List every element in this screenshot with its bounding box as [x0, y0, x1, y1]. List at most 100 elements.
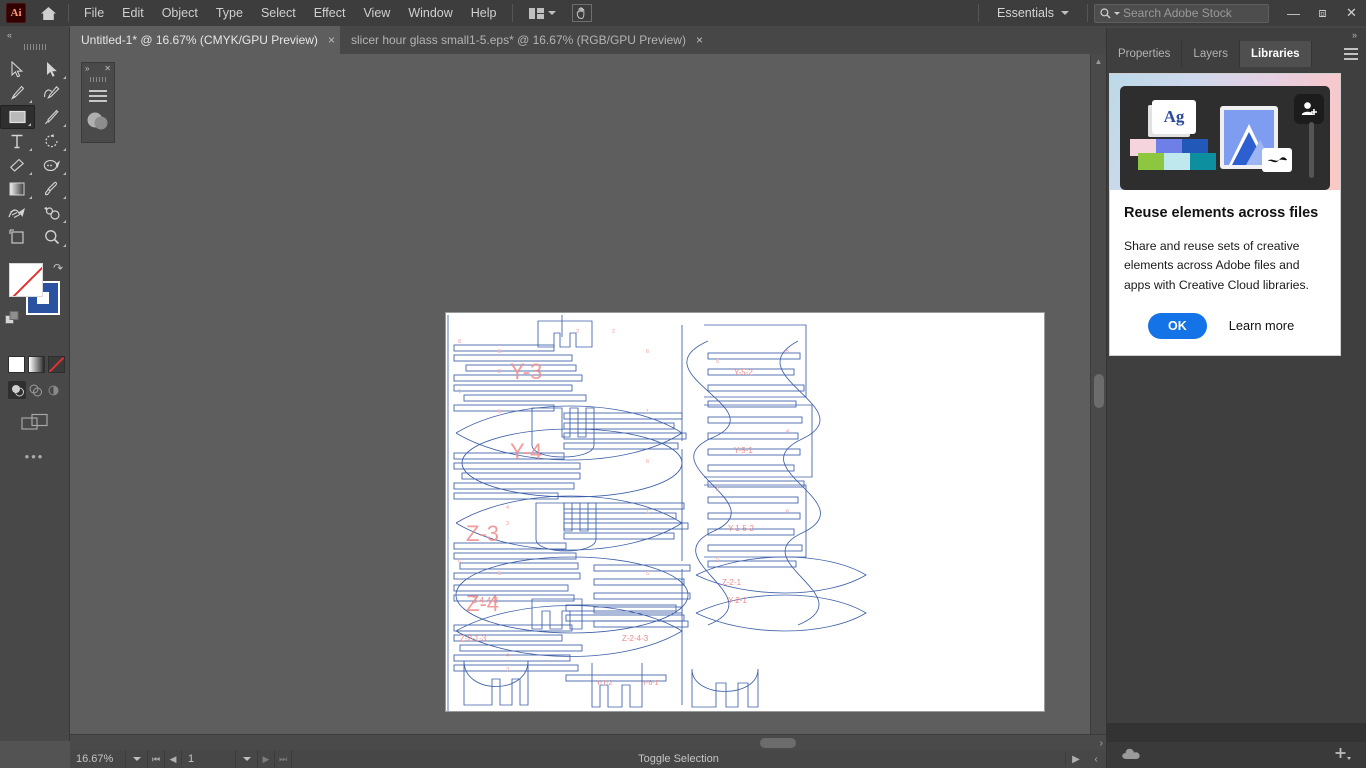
- hand-tool-button[interactable]: [571, 4, 592, 22]
- selection-tool[interactable]: [0, 57, 35, 81]
- pathfinder-unite-icon[interactable]: [82, 111, 114, 131]
- edit-toolbar-button[interactable]: •••: [0, 449, 69, 464]
- canvas-vertical-scrollbar[interactable]: ▲: [1090, 54, 1106, 741]
- draw-normal-mode[interactable]: [8, 381, 26, 399]
- search-input[interactable]: Search Adobe Stock: [1094, 3, 1269, 23]
- svg-text:Y-6-1: Y-6-1: [642, 680, 659, 687]
- horizontal-scroll-thumb[interactable]: [760, 738, 796, 748]
- menu-window[interactable]: Window: [399, 2, 461, 24]
- document-tab-slicer-hour-glass[interactable]: slicer hour glass small1-5.eps* @ 16.67%…: [340, 26, 714, 54]
- color-swatch: [1164, 153, 1190, 170]
- svg-text:Y-3: Y-3: [510, 359, 542, 384]
- window-controls: — ⧈ ✕: [1279, 0, 1366, 26]
- eyedropper-tool[interactable]: [35, 177, 70, 201]
- default-fill-stroke-icon[interactable]: [5, 311, 20, 329]
- learn-more-link[interactable]: Learn more: [1229, 318, 1294, 333]
- eraser-tool[interactable]: [0, 153, 35, 177]
- zoom-tool[interactable]: [35, 225, 70, 249]
- color-fill-mode[interactable]: [8, 356, 25, 373]
- ok-button[interactable]: OK: [1148, 312, 1207, 339]
- slicer-hourglass-vector-drawing[interactable]: Y-3 Y-4 Z-3 Z-4 Y-5-2 Y-5-1 Y-1-5-2 Z-2-…: [446, 313, 1046, 713]
- status-resize-handle[interactable]: ‹: [1086, 754, 1106, 765]
- next-artboard-button[interactable]: ▶: [258, 750, 275, 768]
- double-chevron-right-icon[interactable]: »: [1352, 30, 1357, 40]
- symbol-sprayer-tool[interactable]: [35, 201, 70, 225]
- workspace-switcher[interactable]: Essentials: [985, 6, 1081, 20]
- svg-text:6: 6: [646, 459, 649, 465]
- artboard-number-field[interactable]: 1: [182, 750, 236, 768]
- menu-type[interactable]: Type: [207, 2, 252, 24]
- svg-text:1: 1: [458, 389, 461, 395]
- type-tool[interactable]: [0, 129, 35, 153]
- tool-row: [0, 129, 69, 153]
- prev-artboard-button[interactable]: ◀: [165, 750, 182, 768]
- pathfinder-panel[interactable]: » ✕: [81, 62, 115, 143]
- gradient-tool[interactable]: [0, 177, 35, 201]
- rectangle-tool[interactable]: [0, 105, 35, 129]
- svg-text:Z-2-1-3: Z-2-1-3: [460, 634, 487, 643]
- close-icon[interactable]: ✕: [104, 65, 111, 73]
- panel-grip[interactable]: [0, 41, 69, 53]
- none-fill-mode[interactable]: [48, 356, 65, 373]
- svg-text:2: 2: [612, 329, 615, 335]
- minimize-icon[interactable]: —: [1279, 0, 1308, 26]
- svg-text:Y-2-1: Y-2-1: [728, 596, 747, 605]
- menu-help[interactable]: Help: [462, 2, 506, 24]
- document-tab-untitled-1[interactable]: Untitled-1* @ 16.67% (CMYK/GPU Preview) …: [70, 26, 346, 54]
- paintbrush-tool[interactable]: [35, 105, 69, 129]
- menu-effect[interactable]: Effect: [305, 2, 355, 24]
- status-display[interactable]: Toggle Selection: [292, 753, 1066, 765]
- shaper-tool[interactable]: [35, 153, 70, 177]
- draw-inside-mode[interactable]: [44, 381, 62, 399]
- blend-tool[interactable]: [0, 201, 35, 225]
- draw-behind-mode[interactable]: [26, 381, 44, 399]
- chevron-up-icon[interactable]: ▲: [1091, 54, 1106, 69]
- add-plus-icon[interactable]: [1333, 746, 1353, 765]
- change-screen-mode[interactable]: [0, 413, 69, 431]
- last-artboard-button[interactable]: ⏭: [275, 750, 292, 768]
- menu-bar-right: Essentials Search Adobe Stock — ⧈ ✕: [972, 0, 1366, 26]
- rotate-tool[interactable]: [35, 129, 70, 153]
- pen-tool[interactable]: [0, 81, 35, 105]
- tab-libraries[interactable]: Libraries: [1239, 41, 1312, 67]
- menu-object[interactable]: Object: [153, 2, 207, 24]
- zoom-level-field[interactable]: 16.67%: [70, 750, 126, 768]
- close-icon[interactable]: ✕: [1337, 0, 1366, 26]
- close-icon[interactable]: ×: [328, 34, 335, 46]
- home-icon[interactable]: [34, 0, 62, 26]
- artboard-1[interactable]: Y-3 Y-4 Z-3 Z-4 Y-5-2 Y-5-1 Y-1-5-2 Z-2-…: [445, 312, 1045, 712]
- vertical-scroll-thumb[interactable]: [1094, 374, 1104, 408]
- arrange-documents-button[interactable]: [523, 5, 562, 22]
- hamburger-menu-icon[interactable]: [82, 90, 114, 102]
- right-panel-spacer: [1107, 723, 1366, 741]
- swap-fill-stroke-icon[interactable]: ↷: [53, 261, 63, 275]
- canvas-horizontal-scrollbar[interactable]: ›: [70, 734, 1106, 750]
- cloud-icon[interactable]: [1121, 747, 1143, 764]
- menu-view[interactable]: View: [354, 2, 399, 24]
- chevron-right-icon[interactable]: ›: [1100, 735, 1103, 751]
- gradient-fill-mode[interactable]: [28, 356, 45, 373]
- curvature-tool[interactable]: [35, 81, 70, 105]
- chevron-down-icon: [547, 11, 556, 15]
- canvas-area[interactable]: Y-3 Y-4 Z-3 Z-4 Y-5-2 Y-5-1 Y-1-5-2 Z-2-…: [70, 54, 1106, 741]
- artboard-dropdown-button[interactable]: [236, 750, 258, 768]
- direct-selection-tool[interactable]: [35, 57, 70, 81]
- svg-text:4: 4: [506, 505, 509, 511]
- panel-menu-icon[interactable]: [1344, 48, 1358, 60]
- close-icon[interactable]: ×: [696, 34, 703, 46]
- tab-layers[interactable]: Layers: [1182, 41, 1240, 67]
- menu-file[interactable]: File: [75, 2, 113, 24]
- status-menu-button[interactable]: ▶: [1066, 754, 1086, 765]
- double-chevron-right-icon[interactable]: »: [85, 65, 89, 73]
- fill-swatch[interactable]: [9, 263, 43, 297]
- panel-grip[interactable]: [82, 75, 114, 84]
- restore-icon[interactable]: ⧈: [1308, 0, 1337, 26]
- double-chevron-left-icon[interactable]: «: [7, 30, 12, 40]
- tab-properties[interactable]: Properties: [1107, 41, 1183, 67]
- first-artboard-button[interactable]: ⏮: [148, 750, 165, 768]
- zoom-dropdown-button[interactable]: [126, 750, 148, 768]
- menu-select[interactable]: Select: [252, 2, 305, 24]
- svg-text:5: 5: [498, 409, 501, 415]
- artboard-tool[interactable]: [0, 225, 35, 249]
- menu-edit[interactable]: Edit: [113, 2, 153, 24]
